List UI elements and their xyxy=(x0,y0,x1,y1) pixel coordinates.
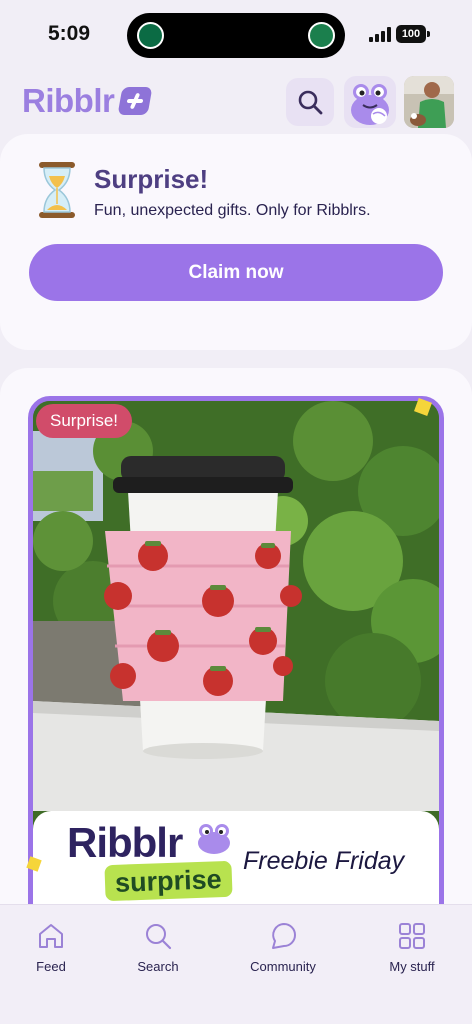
search-icon xyxy=(298,90,323,115)
home-icon xyxy=(39,924,63,948)
nav-feed-label: Feed xyxy=(36,959,66,974)
nav-search-label: Search xyxy=(137,959,179,974)
banner-freebie-friday: Freebie Friday xyxy=(243,847,405,875)
battery-icon: 100 xyxy=(396,25,430,43)
claim-now-button[interactable]: Claim now xyxy=(29,244,443,301)
surprise-badge: Surprise! xyxy=(36,404,133,438)
nav-my-stuff-label: My stuff xyxy=(389,959,435,974)
nav-search[interactable]: Search xyxy=(103,921,213,974)
nav-my-stuff[interactable]: My stuff xyxy=(357,921,467,974)
frog-mascot-icon xyxy=(351,84,389,125)
header-search-button[interactable] xyxy=(286,78,334,126)
ribblr-logo[interactable]: Ribblr xyxy=(22,82,153,120)
post-image-frame[interactable]: Ribblr surprise Freebie Friday xyxy=(28,396,444,956)
signal-icon xyxy=(369,27,391,42)
app-header: Ribblr xyxy=(0,70,472,134)
nav-community[interactable]: Community xyxy=(228,921,338,974)
surprise-promo-card: Surprise! Fun, unexpected gifts. Only fo… xyxy=(0,134,472,350)
banner-ribblr-logo: Ribblr xyxy=(67,819,183,866)
plus-badge-icon xyxy=(117,87,153,115)
surprise-subtitle: Fun, unexpected gifts. Only for Ribblrs. xyxy=(94,202,371,219)
banner-surprise-tag: surprise xyxy=(104,860,233,902)
logo-text: Ribblr xyxy=(22,82,115,119)
nav-feed[interactable]: Feed xyxy=(0,921,106,974)
clock: 5:09 xyxy=(48,22,91,45)
frog-icon xyxy=(198,824,230,854)
dynamic-island xyxy=(127,13,345,58)
crochet-cup-cozy-photo xyxy=(33,401,439,811)
hourglass-icon xyxy=(39,162,75,218)
starbucks-activity-icon xyxy=(137,22,164,49)
user-avatar[interactable] xyxy=(404,76,454,128)
avatar-photo xyxy=(404,76,454,128)
grid-icon xyxy=(399,923,425,949)
nav-community-label: Community xyxy=(250,959,316,974)
surprise-title: Surprise! xyxy=(94,164,209,194)
chat-icon xyxy=(272,923,296,949)
person-activity-icon xyxy=(308,22,335,49)
bottom-navigation: Feed Search Community My stuff xyxy=(0,904,472,1024)
status-bar: 5:09 100 xyxy=(0,0,472,70)
search-icon xyxy=(146,924,172,950)
frog-mascot-button[interactable] xyxy=(344,76,396,128)
